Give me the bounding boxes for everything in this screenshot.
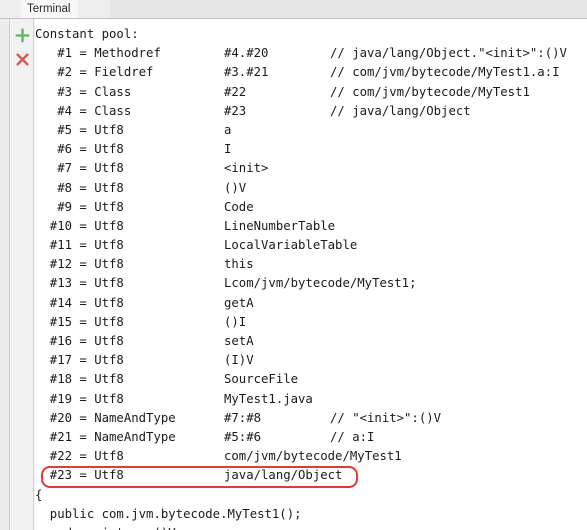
close-icon[interactable] [14, 51, 31, 68]
constant-pool-entry-value: com/jvm/bytecode/MyTest1 [224, 449, 402, 464]
constant-pool-entry-value: #7:#8 [224, 410, 262, 425]
constant-pool-entry-value: (I)V [224, 353, 254, 368]
constant-pool-entry-index: #9 = Utf8 [35, 199, 124, 214]
constant-pool-row: #21 = NameAndType #5:#6 // a:I [35, 428, 587, 447]
constant-pool-row: #6 = Utf8 I [35, 140, 587, 159]
constant-pool-entry-index: #17 = Utf8 [35, 353, 124, 368]
constant-pool-entry-index: #23 = Utf8 [35, 468, 124, 483]
constant-pool-entry-index: #16 = Utf8 [35, 334, 124, 348]
terminal-output-lines: Constant pool: #1 = Methodref #4.#20 // ja… [35, 19, 587, 530]
constant-pool-row: #5 = Utf8 a [35, 121, 587, 140]
terminal-output-text: { [35, 487, 43, 502]
constant-pool-row: #8 = Utf8 ()V [35, 179, 587, 198]
constant-pool-entry-value: ()V [224, 180, 247, 195]
constant-pool-row: #12 = Utf8 this [35, 255, 587, 274]
tab-terminal[interactable]: Terminal [21, 0, 79, 18]
tab-bar-filler [110, 0, 587, 18]
constant-pool-entry-value: <init> [224, 161, 269, 176]
constant-pool-row: #2 = Fieldref #3.#21 // com/jvm/bytecode/M… [35, 63, 587, 82]
tab-bar: Terminal [0, 0, 587, 19]
constant-pool-row: #11 = Utf8 LocalVariableTable [35, 236, 587, 255]
constant-pool-entry-index: #8 = Utf8 [35, 180, 124, 195]
constant-pool-row: #9 = Utf8 Code [35, 198, 587, 217]
constant-pool-row: #4 = Class #23 // java/lang/Object [35, 102, 587, 121]
constant-pool-entry-value: a [224, 122, 232, 137]
terminal-window: Favorites Terminal Constant pool: #1 = M… [0, 0, 587, 530]
constant-pool-entry-value: MyTest1.java [224, 391, 313, 406]
constant-pool-row: #13 = Utf8 Lcom/jvm/bytecode/MyTest1; [35, 274, 587, 293]
constant-pool-entry-value: #4.#20 [224, 46, 269, 61]
constant-pool-entry-comment: // com/jvm/bytecode/MyTest1.a:I [330, 65, 560, 80]
constant-pool-entry-index: #7 = Utf8 [35, 161, 124, 176]
constant-pool-entry-value: Lcom/jvm/bytecode/MyTest1; [224, 276, 417, 291]
constant-pool-entry-index: #1 = Methodref [35, 46, 161, 61]
constant-pool-entry-index: #6 = Utf8 [35, 142, 124, 157]
constant-pool-entry-comment: // "<init>":()V [330, 410, 442, 425]
constant-pool-row: #10 = Utf8 LineNumberTable [35, 217, 587, 236]
constant-pool-entry-value: ()I [224, 314, 247, 329]
constant-pool-entry-value: I [224, 142, 232, 157]
constant-pool-row: #14 = Utf8 getA [35, 294, 587, 313]
constant-pool-entry-value: SourceFile [224, 372, 299, 387]
constant-pool-row: #20 = NameAndType #7:#8 // "<init>":()V [35, 409, 587, 428]
constant-pool-entry-index: #15 = Utf8 [35, 314, 124, 329]
constant-pool-entry-value: LineNumberTable [224, 218, 336, 233]
constant-pool-entry-index: #18 = Utf8 [35, 372, 124, 387]
constant-pool-entry-index: #13 = Utf8 [35, 276, 124, 291]
left-tool-strip[interactable]: Favorites [0, 0, 10, 530]
constant-pool-header-text: Constant pool: [35, 27, 139, 41]
terminal-output-text: public com.jvm.bytecode.MyTest1(); [35, 506, 302, 521]
constant-pool-row: #1 = Methodref #4.#20 // java/lang/Object.… [35, 44, 587, 63]
constant-pool-entry-index: #12 = Utf8 [35, 257, 124, 272]
terminal-output-line: public com.jvm.bytecode.MyTest1(); [35, 505, 587, 524]
constant-pool-row: #18 = Utf8 SourceFile [35, 370, 587, 389]
constant-pool-entry-value: #3.#21 [224, 65, 269, 80]
constant-pool-entry-comment: // java/lang/Object."<init>":()V [330, 46, 567, 61]
constant-pool-row: #22 = Utf8 com/jvm/bytecode/MyTest1 [35, 447, 587, 466]
terminal-output-line: { [35, 486, 587, 505]
constant-pool-entry-index: #4 = Class [35, 103, 132, 118]
constant-pool-entry-index: #14 = Utf8 [35, 295, 124, 310]
constant-pool-entry-comment: // a:I [330, 429, 375, 444]
constant-pool-entry-index: #10 = Utf8 [35, 218, 124, 233]
constant-pool-entry-value: getA [224, 295, 254, 310]
constant-pool-entry-value: #5:#6 [224, 429, 262, 444]
constant-pool-row: #7 = Utf8 <init> [35, 159, 587, 178]
constant-pool-entry-comment: // com/jvm/bytecode/MyTest1 [330, 84, 530, 99]
constant-pool-entry-value: Code [224, 199, 254, 214]
constant-pool-entry-value: this [224, 257, 254, 272]
constant-pool-row: #19 = Utf8 MyTest1.java [35, 390, 587, 409]
terminal-output-line: descriptor: ()V [35, 524, 587, 530]
terminal-output-text: descriptor: ()V [35, 524, 176, 530]
constant-pool-row: #3 = Class #22 // com/jvm/bytecode/MyTest1 [35, 83, 587, 102]
constant-pool-entry-value: java/lang/Object [224, 468, 343, 483]
terminal-output-area[interactable]: Constant pool: #1 = Methodref #4.#20 // ja… [35, 19, 587, 530]
constant-pool-header: Constant pool: [35, 25, 587, 44]
terminal-action-gutter [10, 19, 34, 530]
constant-pool-entry-index: #19 = Utf8 [35, 391, 124, 406]
constant-pool-entry-index: #20 = NameAndType [35, 410, 176, 425]
constant-pool-entry-value: LocalVariableTable [224, 238, 358, 253]
constant-pool-row: #16 = Utf8 setA [35, 332, 587, 351]
constant-pool-entry-comment: // java/lang/Object [330, 103, 471, 118]
constant-pool-entry-index: #3 = Class [35, 84, 132, 99]
constant-pool-row: #23 = Utf8 java/lang/Object [35, 466, 587, 489]
constant-pool-entry-value: #23 [224, 103, 247, 118]
constant-pool-entry-index: #21 = NameAndType [35, 429, 176, 444]
constant-pool-entry-index: #5 = Utf8 [35, 122, 124, 137]
constant-pool-entry-value: setA [224, 334, 254, 348]
constant-pool-entry-value: #22 [224, 84, 247, 99]
constant-pool-row: #15 = Utf8 ()I [35, 313, 587, 332]
constant-pool-row: #17 = Utf8 (I)V [35, 351, 587, 370]
constant-pool-entry-index: #2 = Fieldref [35, 65, 154, 80]
plus-icon[interactable] [14, 27, 31, 44]
constant-pool-entry-index: #22 = Utf8 [35, 449, 124, 464]
constant-pool-entry-index: #11 = Utf8 [35, 238, 124, 253]
